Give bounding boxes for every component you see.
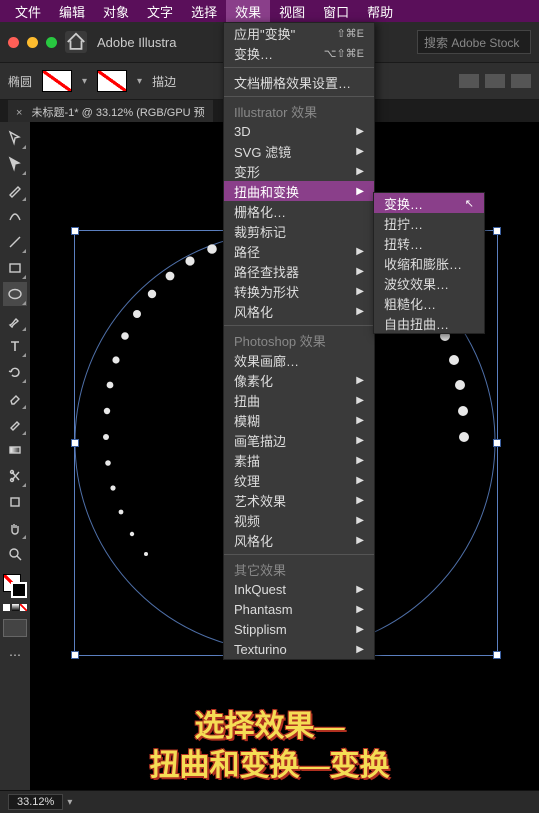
effect-dropdown: 应用"变换"⇧⌘E 变换…⌥⇧⌘E 文档栅格效果设置… Illustrator …: [223, 22, 375, 660]
gradient-tool[interactable]: [3, 438, 27, 462]
window-max-dot[interactable]: [46, 37, 57, 48]
zoom-level[interactable]: 33.12%: [8, 794, 63, 810]
menu-distort-transform[interactable]: 扭曲和变换▶: [224, 181, 374, 201]
menu-stylize-ai[interactable]: 风格化▶: [224, 301, 374, 321]
menu-stipplism[interactable]: Stipplism▶: [224, 619, 374, 639]
menu-inkquest[interactable]: InkQuest▶: [224, 579, 374, 599]
submenu-free-distort[interactable]: 自由扭曲…: [374, 313, 484, 333]
menu-type[interactable]: 文字: [138, 0, 182, 23]
menu-view[interactable]: 视图: [270, 0, 314, 23]
window-min-dot[interactable]: [27, 37, 38, 48]
menu-object[interactable]: 对象: [94, 0, 138, 23]
menu-path[interactable]: 路径▶: [224, 241, 374, 261]
menu-video[interactable]: 视频▶: [224, 510, 374, 530]
menu-header-ai: Illustrator 效果: [224, 101, 374, 121]
tab-title: 未标题-1* @ 33.12% (RGB/GPU 预: [32, 107, 205, 119]
menu-brush-strokes[interactable]: 画笔描边▶: [224, 430, 374, 450]
menu-texture[interactable]: 纹理▶: [224, 470, 374, 490]
menu-distort-ps[interactable]: 扭曲▶: [224, 390, 374, 410]
chevron-down-icon[interactable]: ▾: [67, 797, 72, 808]
align-icon[interactable]: [485, 74, 505, 88]
pen-tool[interactable]: [3, 178, 27, 202]
color-mode-row[interactable]: [3, 604, 27, 611]
menu-header-ps: Photoshop 效果: [224, 330, 374, 350]
fill-swatch[interactable]: [42, 70, 72, 92]
menu-doc-raster[interactable]: 文档栅格效果设置…: [224, 72, 374, 92]
menu-warp[interactable]: 变形▶: [224, 161, 374, 181]
shape-label: 椭圆: [8, 73, 32, 90]
submenu-roughen[interactable]: 粗糙化…: [374, 293, 484, 313]
menu-pathfinder[interactable]: 路径查找器▶: [224, 261, 374, 281]
eyedropper-tool[interactable]: [3, 412, 27, 436]
curvature-tool[interactable]: [3, 204, 27, 228]
menu-last-effect[interactable]: 变换…⌥⇧⌘E: [224, 43, 374, 63]
menu-crop-marks[interactable]: 裁剪标记: [224, 221, 374, 241]
type-tool[interactable]: [3, 334, 27, 358]
direct-selection-tool[interactable]: [3, 152, 27, 176]
close-icon[interactable]: ×: [16, 107, 22, 119]
rotate-tool[interactable]: [3, 360, 27, 384]
screen-mode-button[interactable]: [3, 619, 27, 637]
submenu-twist[interactable]: 扭转…: [374, 233, 484, 253]
line-tool[interactable]: [3, 230, 27, 254]
brush-tool[interactable]: [3, 308, 27, 332]
menu-window[interactable]: 窗口: [314, 0, 358, 23]
eraser-tool[interactable]: [3, 386, 27, 410]
zoom-tool[interactable]: [3, 542, 27, 566]
menu-3d[interactable]: 3D▶: [224, 121, 374, 141]
search-input[interactable]: 搜索 Adobe Stock: [417, 30, 531, 54]
menu-svg-filters[interactable]: SVG 滤镜▶: [224, 141, 374, 161]
menu-convert-shape[interactable]: 转换为形状▶: [224, 281, 374, 301]
rectangle-tool[interactable]: [3, 256, 27, 280]
menu-phantasm[interactable]: Phantasm▶: [224, 599, 374, 619]
menu-stylize-ps[interactable]: 风格化▶: [224, 530, 374, 550]
menu-pixelate[interactable]: 像素化▶: [224, 370, 374, 390]
menu-header-other: 其它效果: [224, 559, 374, 579]
stroke-label: 描边: [152, 73, 176, 90]
options-icon[interactable]: [511, 74, 531, 88]
app-name: Adobe Illustra: [97, 35, 177, 50]
menu-apply-last[interactable]: 应用"变换"⇧⌘E: [224, 23, 374, 43]
status-bar: 33.12% ▾: [0, 790, 539, 813]
distort-transform-submenu: 变换…↖ 扭拧… 扭转… 收缩和膨胀… 波纹效果… 粗糙化… 自由扭曲…: [373, 192, 485, 334]
hand-tool[interactable]: [3, 516, 27, 540]
fill-stroke-control[interactable]: [3, 574, 27, 598]
menu-file[interactable]: 文件: [6, 0, 50, 23]
menu-artistic[interactable]: 艺术效果▶: [224, 490, 374, 510]
stroke-swatch[interactable]: [97, 70, 127, 92]
ellipse-tool[interactable]: [3, 282, 27, 306]
menu-select[interactable]: 选择: [182, 0, 226, 23]
chevron-down-icon[interactable]: ▾: [137, 76, 142, 87]
menu-edit[interactable]: 编辑: [50, 0, 94, 23]
artboard-tool[interactable]: [3, 490, 27, 514]
scissors-tool[interactable]: [3, 464, 27, 488]
submenu-tweak[interactable]: 扭拧…: [374, 213, 484, 233]
submenu-transform[interactable]: 变换…↖: [374, 193, 484, 213]
chevron-down-icon[interactable]: ▾: [82, 76, 87, 87]
menu-effect[interactable]: 效果: [226, 0, 270, 23]
align-icon[interactable]: [459, 74, 479, 88]
menu-blur[interactable]: 模糊▶: [224, 410, 374, 430]
menubar: 文件 编辑 对象 文字 选择 效果 视图 窗口 帮助: [0, 0, 539, 22]
menu-help[interactable]: 帮助: [358, 0, 402, 23]
document-tab[interactable]: × 未标题-1* @ 33.12% (RGB/GPU 预: [8, 100, 213, 124]
menu-sketch[interactable]: 素描▶: [224, 450, 374, 470]
tool-panel: ⋯: [0, 122, 31, 791]
home-button[interactable]: [65, 31, 87, 53]
window-close-dot[interactable]: [8, 37, 19, 48]
selection-tool[interactable]: [3, 126, 27, 150]
menu-rasterize[interactable]: 栅格化…: [224, 201, 374, 221]
menu-effect-gallery[interactable]: 效果画廊…: [224, 350, 374, 370]
menu-texturino[interactable]: Texturino▶: [224, 639, 374, 659]
submenu-pucker-bloat[interactable]: 收缩和膨胀…: [374, 253, 484, 273]
edit-toolbar-button[interactable]: ⋯: [3, 643, 27, 667]
submenu-zigzag[interactable]: 波纹效果…: [374, 273, 484, 293]
